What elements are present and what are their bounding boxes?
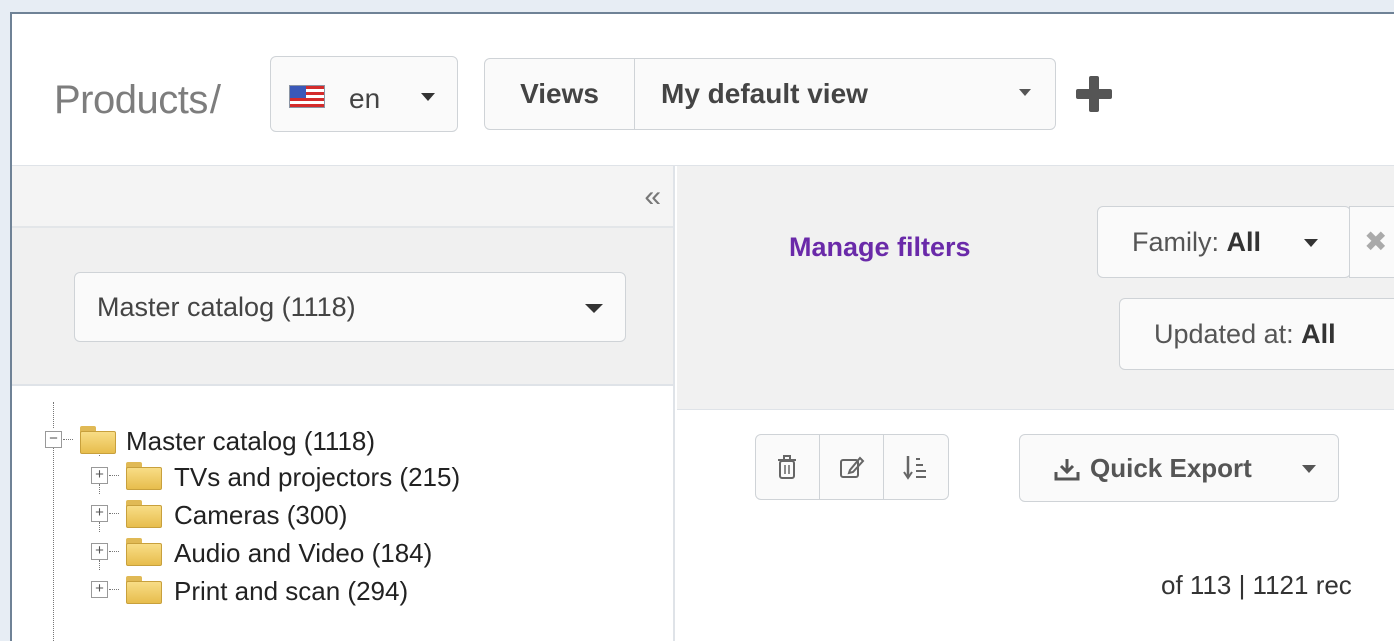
product-grid-area: Quick Export of 113 | 1121 rec: [677, 410, 1394, 641]
tree-connector: [109, 589, 119, 590]
mass-actions-group: [755, 434, 949, 500]
page-header: Products/ en Views My default view: [12, 14, 1394, 166]
view-select-dropdown[interactable]: My default view: [635, 59, 1055, 129]
folder-open-icon: [80, 426, 116, 454]
folder-icon: [126, 500, 162, 528]
category-tree-select[interactable]: Master catalog (1118): [74, 272, 626, 342]
edit-icon: [840, 456, 865, 478]
expand-node-icon[interactable]: +: [91, 467, 108, 484]
quick-export-label: Quick Export: [1090, 453, 1252, 483]
page-title: Products/: [54, 78, 221, 123]
filters-bar: Manage filters Family: All ✖ Updated at:…: [677, 166, 1394, 410]
trash-icon: [778, 455, 796, 479]
collapse-sidebar-icon[interactable]: «: [644, 180, 661, 214]
views-selector: Views My default view: [484, 58, 1056, 130]
sidebar-collapse-bar: «: [12, 166, 673, 228]
collapse-node-icon[interactable]: −: [45, 431, 62, 448]
family-filter-value: All: [1226, 227, 1262, 257]
download-icon: [1054, 459, 1080, 481]
folder-icon: [126, 538, 162, 566]
folder-icon: [126, 462, 162, 490]
expand-node-icon[interactable]: +: [91, 543, 108, 560]
views-button[interactable]: Views: [485, 59, 635, 129]
tree-selector-area: Master catalog (1118): [12, 228, 673, 386]
expand-node-icon[interactable]: +: [91, 505, 108, 522]
chevron-down-icon: [1302, 465, 1316, 473]
tree-node-print-and-scan[interactable]: + Print and scan (294): [12, 572, 672, 608]
sort-icon: [903, 456, 926, 480]
tree-connector: [109, 551, 119, 552]
chevron-down-icon: [585, 304, 603, 313]
tree-node-tvs-and-projectors[interactable]: + TVs and projectors (215): [12, 458, 672, 494]
quick-export-button[interactable]: Quick Export: [1019, 434, 1339, 502]
family-filter-button[interactable]: Family: All: [1097, 206, 1351, 278]
tree-node-label: TVs and projectors (215): [174, 462, 461, 492]
us-flag-icon: [289, 85, 325, 108]
chevron-down-icon: [1019, 89, 1031, 96]
manage-filters-link[interactable]: Manage filters: [789, 232, 971, 263]
remove-filter-button[interactable]: ✖: [1349, 206, 1394, 278]
tree-node-master-catalog[interactable]: − Master catalog (1118): [12, 422, 672, 458]
folder-icon: [126, 576, 162, 604]
page-title-text: Products: [54, 78, 208, 122]
plus-icon[interactable]: [1076, 76, 1112, 112]
sequential-edit-button[interactable]: [884, 435, 948, 499]
mass-edit-button[interactable]: [820, 435, 884, 499]
tree-node-label: Master catalog (1118): [126, 426, 376, 456]
tree-node-audio-and-video[interactable]: + Audio and Video (184): [12, 534, 672, 570]
title-separator: /: [209, 78, 221, 122]
app-frame: Products/ en Views My default view « Mas…: [10, 12, 1394, 641]
tree-select-label: Master catalog (1118): [97, 292, 356, 322]
updated-at-filter-button[interactable]: Updated at: All: [1119, 298, 1394, 370]
category-sidebar: « Master catalog (1118) − Master catalog…: [12, 166, 675, 641]
tree-node-label: Print and scan (294): [174, 576, 409, 606]
expand-node-icon[interactable]: +: [91, 581, 108, 598]
locale-switcher-button[interactable]: en: [270, 56, 458, 132]
chevron-down-icon: [421, 93, 435, 101]
family-filter-prefix: Family:: [1132, 227, 1227, 257]
tree-node-label: Cameras (300): [174, 500, 348, 530]
category-tree: − Master catalog (1118) + TVs and projec…: [12, 386, 673, 641]
updated-filter-value: All: [1301, 319, 1336, 349]
updated-filter-prefix: Updated at:: [1154, 319, 1302, 349]
close-icon: ✖: [1364, 226, 1388, 257]
tree-connector: [109, 475, 119, 476]
tree-node-label: Audio and Video (184): [174, 538, 433, 568]
tree-connector: [109, 513, 119, 514]
chevron-down-icon: [1304, 239, 1318, 247]
delete-button[interactable]: [756, 435, 820, 499]
tree-connector: [63, 439, 73, 440]
tree-node-cameras[interactable]: + Cameras (300): [12, 496, 672, 532]
selected-view-label: My default view: [661, 78, 868, 109]
pagination-records-info: of 113 | 1121 rec: [1161, 570, 1352, 600]
locale-label: en: [349, 83, 381, 114]
